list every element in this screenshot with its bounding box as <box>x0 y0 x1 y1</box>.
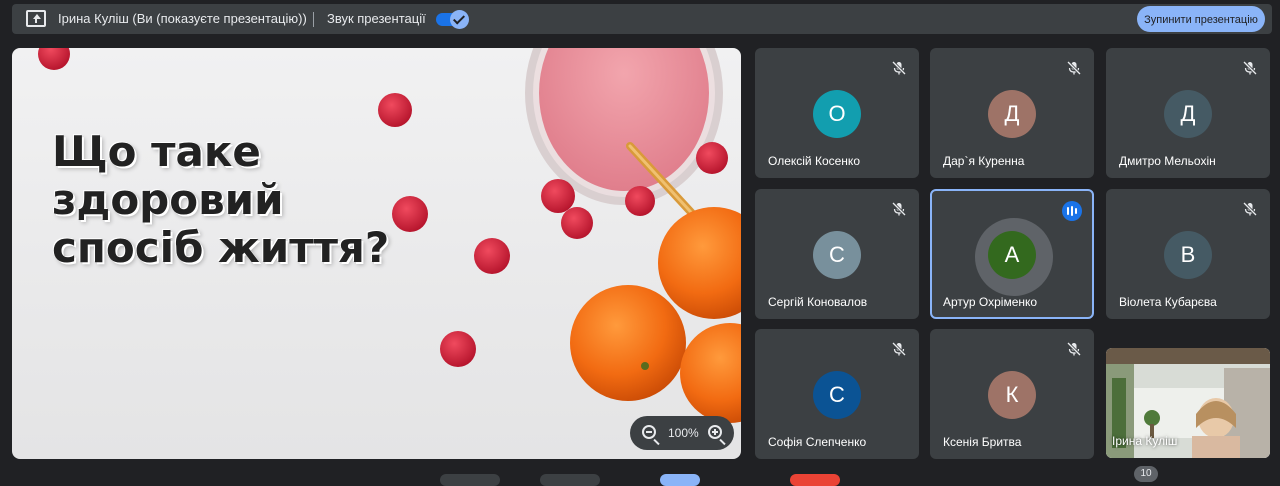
participant-name: Олексій Косенко <box>768 154 860 168</box>
slide-title-line: Що таке <box>52 127 261 176</box>
participant-count-badge: 10 <box>1134 466 1158 482</box>
mic-off-icon <box>1242 60 1258 76</box>
slide-title: Що таке здоровий спосіб життя? <box>52 128 389 272</box>
slide-title-line: спосіб життя? <box>52 223 390 272</box>
participant-tile[interactable]: А Артур Охріменко <box>930 189 1094 319</box>
avatar: С <box>813 231 861 279</box>
divider <box>313 12 314 27</box>
leave-call-button[interactable] <box>790 474 840 486</box>
toolbar-button[interactable] <box>540 474 600 486</box>
participant-tile[interactable]: К Ксенія Бритва <box>930 329 1094 459</box>
presentation-sound-toggle[interactable] <box>436 10 469 29</box>
avatar: К <box>988 371 1036 419</box>
presentation-bar: Ірина Куліш (Ви (показуєте презентацію))… <box>12 4 1272 34</box>
zoom-out-icon[interactable] <box>642 425 656 439</box>
mic-off-icon <box>891 60 907 76</box>
participant-name: Артур Охріменко <box>943 295 1038 309</box>
mic-off-icon <box>1242 201 1258 217</box>
participant-tile[interactable]: В Віолета Кубарєва <box>1106 189 1270 319</box>
avatar: О <box>813 90 861 138</box>
participant-tile[interactable]: Д Дар`я Куренна <box>930 48 1094 178</box>
participant-tile[interactable]: Д Дмитро Мельохін <box>1106 48 1270 178</box>
zoom-in-icon[interactable] <box>708 425 722 439</box>
self-video-tile[interactable]: Ірина Куліш <box>1106 348 1270 458</box>
avatar: В <box>1164 231 1212 279</box>
mic-off-icon <box>1066 60 1082 76</box>
toolbar-button[interactable] <box>660 474 700 486</box>
speaking-indicator-icon <box>1062 201 1082 221</box>
mic-off-icon <box>891 201 907 217</box>
stop-presenting-button[interactable]: Зупинити презентацію <box>1137 6 1265 32</box>
present-screen-icon <box>26 10 46 27</box>
presentation-sound-label: Звук презентації <box>327 11 426 26</box>
slide-title-line: здоровий <box>52 175 284 224</box>
toolbar-button[interactable] <box>440 474 500 486</box>
zoom-controls: 100% <box>630 416 734 450</box>
participant-name: Ксенія Бритва <box>943 435 1022 449</box>
participant-name: Віолета Кубарєва <box>1119 295 1217 309</box>
avatar: С <box>813 371 861 419</box>
avatar: А <box>988 231 1036 279</box>
presenter-label: Ірина Куліш (Ви (показуєте презентацію)) <box>58 11 307 26</box>
participant-name: Софія Слепченко <box>768 435 867 449</box>
participant-tile[interactable]: О Олексій Косенко <box>755 48 919 178</box>
participant-name: Дар`я Куренна <box>943 154 1025 168</box>
mic-off-icon <box>1066 341 1082 357</box>
participant-tile[interactable]: С Сергій Коновалов <box>755 189 919 319</box>
participant-name: Сергій Коновалов <box>768 295 868 309</box>
check-icon <box>450 10 469 29</box>
presentation-slide: Що таке здоровий спосіб життя? 100% <box>12 48 741 459</box>
mic-off-icon <box>891 341 907 357</box>
participant-tile[interactable]: С Софія Слепченко <box>755 329 919 459</box>
zoom-level: 100% <box>668 426 699 440</box>
avatar: Д <box>1164 90 1212 138</box>
avatar: Д <box>988 90 1036 138</box>
participant-name: Дмитро Мельохін <box>1119 154 1216 168</box>
self-name-label: Ірина Куліш <box>1112 434 1178 448</box>
